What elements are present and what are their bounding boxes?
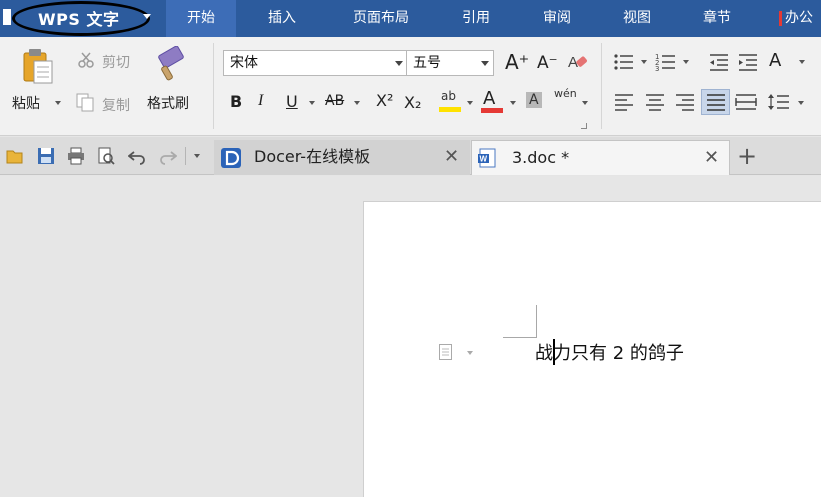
app-menu-button[interactable]: WPS 文字 <box>0 0 157 37</box>
ribbon: 粘贴 剪切 复制 格式刷 宋体 五号 A⁺ A⁻ A B I U AB X² X… <box>0 37 821 136</box>
paragraph-handle-icon[interactable] <box>439 344 453 361</box>
menu-bar: WPS 文字 开始 插入 页面布局 引用 审阅 视图 章节 办公 <box>0 0 821 37</box>
char-shading-button[interactable]: A <box>526 92 542 108</box>
text-effects-dropdown-icon[interactable] <box>799 60 805 64</box>
close-icon[interactable]: ✕ <box>704 141 719 175</box>
font-name-select[interactable]: 宋体 <box>223 50 408 76</box>
bullet-list-dropdown-icon[interactable] <box>641 60 647 64</box>
phonetic-dropdown-icon[interactable] <box>582 101 588 105</box>
bullet-list-icon[interactable] <box>613 52 635 72</box>
customize-toolbar-icon[interactable] <box>194 154 200 158</box>
highlight-color-bar <box>439 107 461 112</box>
format-painter-icon <box>158 46 184 81</box>
copy-button[interactable]: 复制 <box>102 95 130 115</box>
font-color-dropdown-icon[interactable] <box>510 101 516 105</box>
clear-format-icon[interactable]: A <box>567 52 589 72</box>
document-text[interactable]: 战力只有 2 的鸽子 <box>535 339 684 365</box>
chevron-down-icon <box>481 61 489 66</box>
save-icon[interactable] <box>37 147 55 165</box>
docer-logo-icon <box>221 148 241 168</box>
align-center-icon[interactable] <box>645 93 665 111</box>
line-spacing-icon[interactable] <box>768 93 790 111</box>
svg-text:W: W <box>480 155 488 164</box>
paste-button[interactable]: 粘贴 <box>12 93 40 113</box>
italic-button[interactable]: I <box>258 92 263 110</box>
line-spacing-dropdown-icon[interactable] <box>798 101 804 105</box>
word-document-icon: W <box>478 148 496 168</box>
bold-button[interactable]: B <box>230 92 242 111</box>
numbered-list-icon[interactable]: 1 2 3 <box>655 52 677 72</box>
distributed-align-icon[interactable] <box>735 93 757 111</box>
highlight-dropdown-icon[interactable] <box>467 101 473 105</box>
tab-page-layout[interactable]: 页面布局 <box>336 0 426 37</box>
office-button[interactable]: 办公 <box>779 0 813 37</box>
format-painter-button[interactable]: 格式刷 <box>147 93 189 113</box>
open-folder-icon[interactable] <box>6 147 24 165</box>
font-name-value: 宋体 <box>230 55 258 71</box>
toolbar-separator <box>185 147 186 165</box>
paragraph-handle-dropdown-icon[interactable] <box>467 351 473 355</box>
margin-corner-mark <box>503 337 537 338</box>
scissors-icon <box>78 52 94 68</box>
font-color-button[interactable]: A <box>483 88 495 109</box>
tab-home[interactable]: 开始 <box>166 0 236 37</box>
subscript-button[interactable]: X₂ <box>404 93 421 112</box>
annotation-ellipse <box>12 1 150 36</box>
numbered-list-dropdown-icon[interactable] <box>683 60 689 64</box>
undo-icon[interactable] <box>128 147 146 165</box>
highlight-button[interactable]: ab <box>441 89 456 103</box>
superscript-button[interactable]: X² <box>376 91 393 110</box>
tab-docer-templates[interactable]: Docer-在线模板 ✕ <box>214 140 470 175</box>
tab-references[interactable]: 引用 <box>443 0 509 37</box>
new-tab-button[interactable]: + <box>737 142 757 170</box>
office-marker <box>779 10 782 26</box>
document-page[interactable]: 战力只有 2 的鸽子 <box>363 201 821 497</box>
tab-strip: Docer-在线模板 ✕ W 3.doc * ✕ + <box>0 137 821 175</box>
phonetic-guide-button[interactable]: wén <box>554 87 577 100</box>
tab-review[interactable]: 审阅 <box>524 0 590 37</box>
text-effects-button[interactable]: A <box>769 50 781 71</box>
app-logo-icon <box>3 9 11 25</box>
document-workspace: 战力只有 2 的鸽子 <box>0 176 821 497</box>
decrease-indent-icon[interactable] <box>708 52 730 72</box>
paste-dropdown-icon[interactable] <box>55 101 61 105</box>
shrink-font-button[interactable]: A⁻ <box>537 53 558 73</box>
cut-button[interactable]: 剪切 <box>102 52 130 72</box>
tab-label: 3.doc * <box>512 148 570 167</box>
font-dialog-launcher[interactable] <box>581 123 587 129</box>
close-icon[interactable]: ✕ <box>444 140 459 174</box>
underline-dropdown-icon[interactable] <box>309 101 315 105</box>
ribbon-separator <box>213 43 214 129</box>
grow-font-button[interactable]: A⁺ <box>505 50 529 74</box>
tab-view[interactable]: 视图 <box>604 0 670 37</box>
tab-insert[interactable]: 插入 <box>250 0 314 37</box>
print-icon[interactable] <box>67 147 85 165</box>
tab-chapter[interactable]: 章节 <box>684 0 750 37</box>
text-cursor <box>553 339 555 365</box>
print-preview-icon[interactable] <box>97 147 115 165</box>
copy-icon <box>76 93 94 112</box>
chevron-down-icon <box>395 61 403 66</box>
align-right-icon[interactable] <box>675 93 695 111</box>
redo-icon[interactable] <box>159 147 177 165</box>
align-left-icon[interactable] <box>614 93 634 111</box>
chevron-down-icon <box>143 14 151 19</box>
font-size-value: 五号 <box>413 55 441 71</box>
strikethrough-button[interactable]: AB <box>325 93 344 109</box>
strikethrough-dropdown-icon[interactable] <box>354 101 360 105</box>
tab-document[interactable]: W 3.doc * ✕ <box>471 140 730 175</box>
increase-indent-icon[interactable] <box>737 52 759 72</box>
ribbon-separator <box>601 43 602 129</box>
office-label: 办公 <box>785 10 813 26</box>
font-size-select[interactable]: 五号 <box>406 50 494 76</box>
svg-text:3: 3 <box>655 65 659 72</box>
font-color-bar <box>481 108 503 113</box>
justify-icon <box>707 94 725 111</box>
underline-button[interactable]: U <box>286 92 298 111</box>
margin-corner-mark <box>536 305 537 338</box>
tab-label: Docer-在线模板 <box>254 147 371 166</box>
paste-icon[interactable] <box>22 47 56 85</box>
justify-button[interactable] <box>701 89 730 115</box>
